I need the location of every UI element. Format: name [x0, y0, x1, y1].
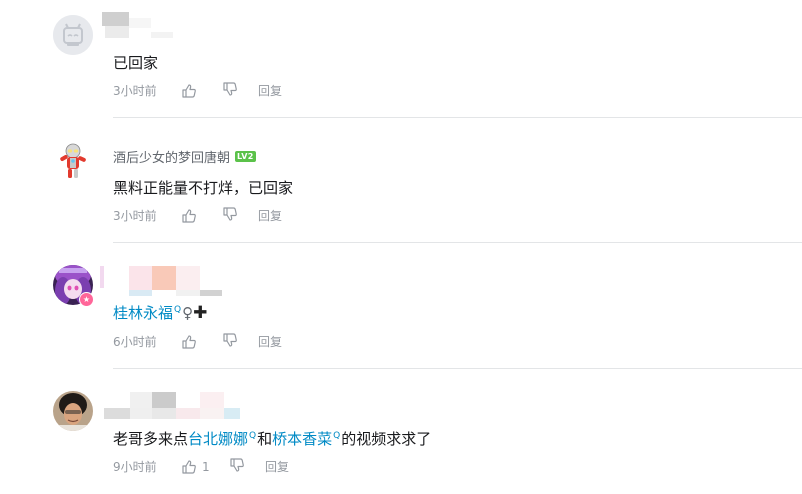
gender-symbol: ♀ [182, 304, 194, 322]
thumbs-down-icon [222, 206, 238, 222]
thumbs-up-icon [181, 208, 197, 224]
thumbs-down-icon [229, 457, 245, 473]
comment-text-part: 和 [257, 430, 273, 448]
thumbs-up-icon [181, 459, 197, 475]
default-avatar-icon [53, 15, 93, 55]
dislike-button[interactable] [222, 81, 258, 100]
user-avatar[interactable] [53, 391, 93, 431]
photo-avatar-icon [53, 391, 93, 431]
comment-divider [113, 368, 802, 369]
user-avatar[interactable] [53, 140, 93, 180]
comment-divider [113, 242, 802, 243]
comment-meta: 3小时前 回复 [113, 81, 282, 100]
like-count: 1 [202, 459, 210, 474]
user-avatar[interactable]: ★ [53, 265, 94, 307]
comment-text: 黑料正能量不打烊，已回家 [113, 179, 294, 197]
username-text[interactable]: 酒后少女的梦回唐朝 [113, 147, 230, 166]
timestamp: 3小时前 [113, 209, 157, 223]
timestamp: 3小时前 [113, 84, 157, 98]
comment-text: 已回家 [113, 54, 159, 72]
comment-divider [113, 117, 802, 118]
dislike-button[interactable] [222, 332, 258, 351]
user-avatar[interactable] [53, 15, 93, 55]
plus-symbol: ✚ [193, 303, 208, 323]
comment-text-part: 的视频求求了 [341, 430, 432, 448]
comment-meta: 6小时前 回复 [113, 332, 282, 351]
timestamp: 6小时前 [113, 335, 157, 349]
ultraman-avatar-icon [53, 140, 93, 180]
dislike-button[interactable] [222, 206, 258, 225]
search-link[interactable]: 桂林永福 [113, 304, 173, 322]
comment-meta: 3小时前 回复 [113, 206, 282, 225]
thumbs-up-icon [181, 83, 197, 99]
like-button[interactable] [181, 83, 222, 99]
comment-text: 老哥多来点台北娜娜Q和桥本香菜Q的视频求求了 [113, 428, 431, 449]
like-button[interactable] [181, 208, 222, 224]
reply-button[interactable]: 回复 [258, 207, 282, 224]
comment-meta: 9小时前 1 回复 [113, 457, 289, 476]
reply-button[interactable]: 回复 [258, 82, 282, 99]
thumbs-down-icon [222, 332, 238, 348]
timestamp: 9小时前 [113, 460, 157, 474]
comment-text: 桂林永福Q♀✚ [113, 302, 207, 323]
thumbs-down-icon [222, 81, 238, 97]
dislike-button[interactable] [229, 457, 265, 476]
username[interactable]: 酒后少女的梦回唐朝 LV2 [113, 147, 256, 166]
thumbs-up-icon [181, 334, 197, 350]
search-tag-icon[interactable]: Q [174, 305, 181, 315]
reply-button[interactable]: 回复 [258, 333, 282, 350]
reply-button[interactable]: 回复 [265, 458, 289, 475]
comment-text-part: 老哥多来点 [113, 430, 189, 448]
search-link[interactable]: 桥本香菜 [272, 430, 332, 448]
level-badge: LV2 [235, 151, 256, 162]
like-button[interactable]: 1 [181, 459, 229, 475]
verified-badge-icon: ★ [79, 292, 94, 307]
search-link[interactable]: 台北娜娜 [188, 430, 248, 448]
search-tag-icon[interactable]: Q [249, 431, 256, 441]
search-tag-icon[interactable]: Q [333, 431, 340, 441]
like-button[interactable] [181, 334, 222, 350]
